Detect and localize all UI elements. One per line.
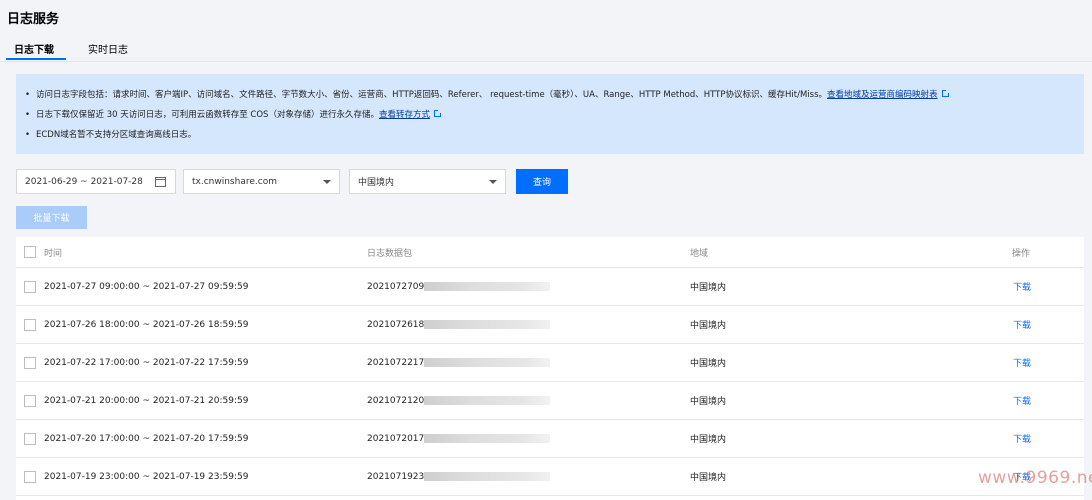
tab-log-download[interactable]: 日志下载 xyxy=(14,41,54,56)
table-row: 2021-07-19 23:00:00 ~ 2021-07-19 23:59:5… xyxy=(16,458,1084,496)
notice-text: ECDN域名暂不支持分区域查询离线日志。 xyxy=(36,130,197,140)
row-time: 2021-07-22 17:00:00 ~ 2021-07-22 17:59:5… xyxy=(44,357,249,368)
table-header: 时间 日志数据包 地域 操作 xyxy=(16,237,1084,268)
header-time: 时间 xyxy=(44,248,63,259)
batch-download-button: 批量下载 xyxy=(16,206,87,229)
info-notice: • 访问日志字段包括：请求时间、客户端IP、访问域名、文件路径、字节数大小、省份、… xyxy=(16,74,1084,154)
redacted-text xyxy=(424,396,551,405)
package-name: 2021072217 xyxy=(367,357,425,368)
download-link[interactable]: 下载 xyxy=(1013,344,1031,381)
download-link[interactable]: 下载 xyxy=(1013,306,1031,343)
package-name: 2021072017 xyxy=(367,433,425,444)
row-time: 2021-07-26 18:00:00 ~ 2021-07-26 18:59:5… xyxy=(44,319,249,330)
query-button[interactable]: 查询 xyxy=(516,169,568,194)
transfer-method-link[interactable]: 查看转存方式 xyxy=(379,110,430,120)
row-time: 2021-07-21 20:00:00 ~ 2021-07-21 20:59:5… xyxy=(44,395,249,406)
notice-item-retention: • 日志下载仅保留近 30 天访问日志，可利用云函数转存至 COS（对象存储）进行… xyxy=(25,105,1075,125)
region-value: 中国境内 xyxy=(358,178,395,188)
redacted-text xyxy=(424,472,551,481)
row-package: 2021072120 xyxy=(367,382,551,419)
row-checkbox[interactable] xyxy=(24,433,36,445)
row-checkbox[interactable] xyxy=(24,471,36,483)
chevron-down-icon xyxy=(323,179,331,184)
row-checkbox[interactable] xyxy=(24,395,36,407)
row-region: 中国境内 xyxy=(690,321,727,331)
calendar-icon xyxy=(155,176,166,187)
row-checkbox[interactable] xyxy=(24,357,36,369)
package-name: 2021072120 xyxy=(367,395,425,406)
page-title: 日志服务 xyxy=(7,12,60,27)
row-region: 中国境内 xyxy=(690,397,727,407)
external-link-icon xyxy=(433,109,442,117)
log-table: 时间 日志数据包 地域 操作 2021-07-27 09:00:00 ~ 202… xyxy=(16,237,1084,500)
region-select[interactable]: 中国境内 xyxy=(349,169,506,194)
row-package: 2021072217 xyxy=(367,344,551,381)
active-tab-indicator xyxy=(6,58,66,60)
row-package: 2021071923 xyxy=(367,458,551,495)
select-all-checkbox[interactable] xyxy=(24,246,36,258)
download-link[interactable]: 下载 xyxy=(1013,382,1031,419)
row-package: 2021072017 xyxy=(367,420,551,457)
table-row: 2021-07-21 20:00:00 ~ 2021-07-21 20:59:5… xyxy=(16,382,1084,420)
watermark: www.9969.net xyxy=(978,468,1092,488)
redacted-text xyxy=(424,320,551,329)
row-time: 2021-07-20 17:00:00 ~ 2021-07-20 17:59:5… xyxy=(44,433,249,444)
package-name: 2021072618 xyxy=(367,319,425,330)
domain-select[interactable]: tx.cnwinshare.com xyxy=(183,169,340,194)
download-link[interactable]: 下载 xyxy=(1013,420,1031,457)
package-name: 2021071923 xyxy=(367,471,425,482)
package-name: 2021072709 xyxy=(367,281,425,292)
tab-realtime-log[interactable]: 实时日志 xyxy=(88,41,128,56)
row-region: 中国境内 xyxy=(690,435,727,445)
download-link[interactable]: 下载 xyxy=(1013,268,1031,305)
notice-item-ecdn: • ECDN域名暂不支持分区域查询离线日志。 xyxy=(25,130,197,140)
tab-bar: 日志下载 实时日志 xyxy=(0,36,1092,62)
row-package: 2021072709 xyxy=(367,268,551,305)
row-region: 中国境内 xyxy=(690,473,727,483)
redacted-text xyxy=(424,358,551,367)
notice-item-fields: • 访问日志字段包括：请求时间、客户端IP、访问域名、文件路径、字节数大小、省份、… xyxy=(25,85,1075,105)
notice-text: 日志下载仅保留近 30 天访问日志，可利用云函数转存至 COS（对象存储）进行永… xyxy=(36,110,379,120)
header-package: 日志数据包 xyxy=(367,248,413,259)
row-time: 2021-07-27 09:00:00 ~ 2021-07-27 09:59:5… xyxy=(44,281,249,292)
row-checkbox[interactable] xyxy=(24,281,36,293)
chevron-down-icon xyxy=(489,179,497,184)
table-row: 2021-07-20 17:00:00 ~ 2021-07-20 17:59:5… xyxy=(16,420,1084,458)
row-region: 中国境内 xyxy=(690,283,727,293)
row-time: 2021-07-19 23:00:00 ~ 2021-07-19 23:59:5… xyxy=(44,471,249,482)
redacted-text xyxy=(424,282,551,291)
header-action: 操作 xyxy=(1012,248,1031,259)
region-isp-map-link[interactable]: 查看地域及运营商编码映射表 xyxy=(827,90,938,100)
table-row: 2021-07-27 09:00:00 ~ 2021-07-27 09:59:5… xyxy=(16,268,1084,306)
redacted-text xyxy=(424,434,551,443)
external-link-icon xyxy=(941,89,950,97)
domain-value: tx.cnwinshare.com xyxy=(192,176,277,187)
date-range-picker[interactable]: 2021-06-29 ~ 2021-07-28 xyxy=(16,169,176,194)
row-checkbox[interactable] xyxy=(24,319,36,331)
row-region: 中国境内 xyxy=(690,359,727,369)
table-row: 2021-07-22 17:00:00 ~ 2021-07-22 17:59:5… xyxy=(16,344,1084,382)
notice-text: 访问日志字段包括：请求时间、客户端IP、访问域名、文件路径、字节数大小、省份、运… xyxy=(36,90,827,100)
row-package: 2021072618 xyxy=(367,306,551,343)
table-row: 2021-07-26 18:00:00 ~ 2021-07-26 18:59:5… xyxy=(16,306,1084,344)
date-range-value: 2021-06-29 ~ 2021-07-28 xyxy=(25,176,143,187)
header-region: 地域 xyxy=(690,248,709,259)
